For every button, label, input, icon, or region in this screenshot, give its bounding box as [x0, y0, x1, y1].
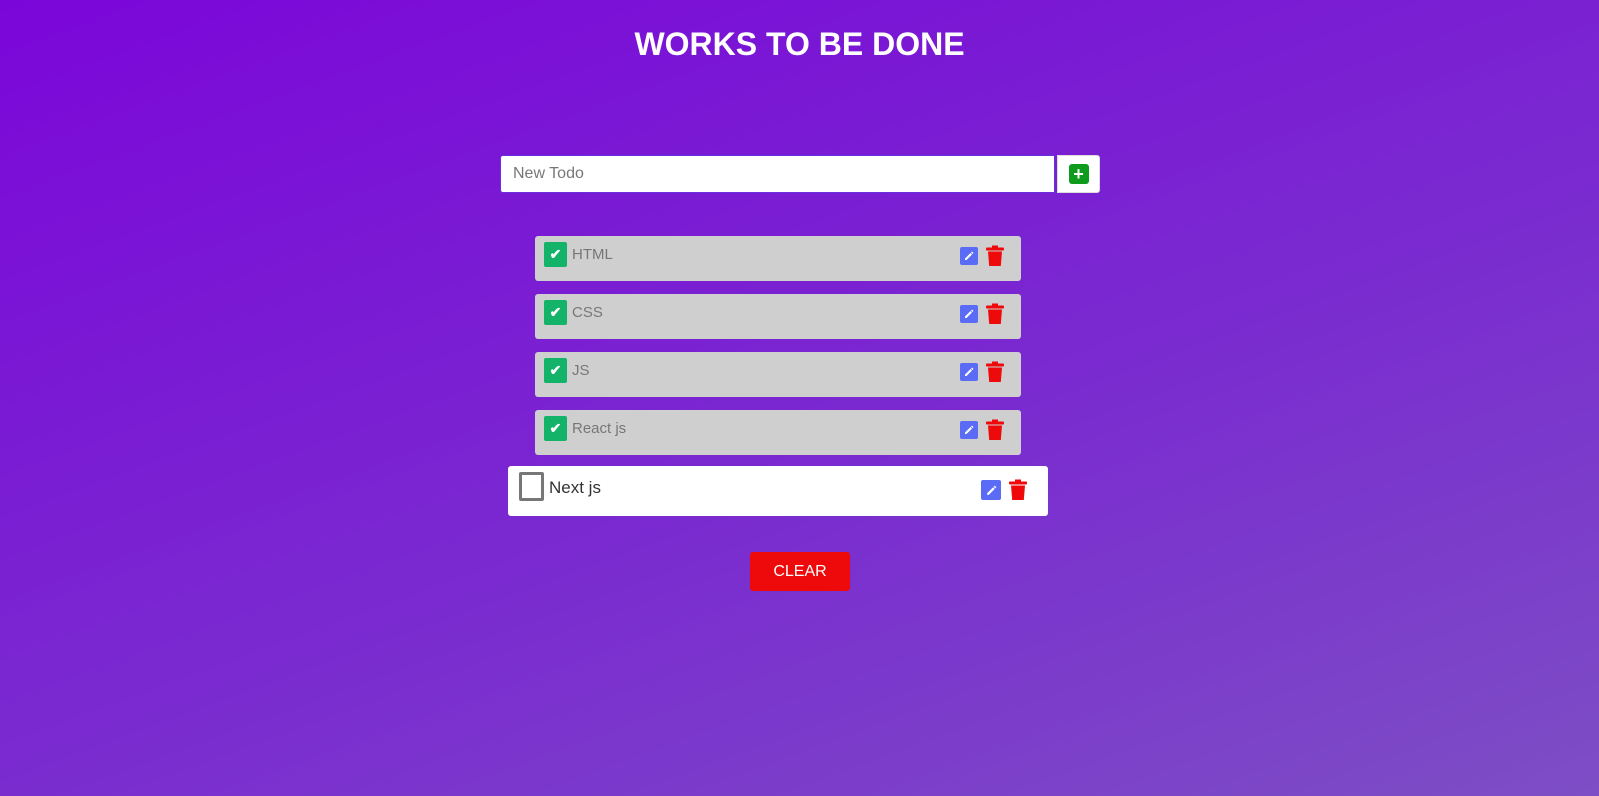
- trash-icon[interactable]: [1008, 478, 1028, 500]
- checkbox-checked-icon[interactable]: ✔: [544, 300, 567, 325]
- trash-icon[interactable]: [985, 245, 1005, 267]
- new-todo-input[interactable]: [500, 155, 1055, 193]
- edit-icon[interactable]: [960, 305, 978, 323]
- new-todo-form: +: [500, 155, 1100, 193]
- todo-item: ✔ JS: [535, 352, 1021, 397]
- edit-icon[interactable]: [981, 480, 1001, 500]
- todo-item: ✔ HTML: [535, 236, 1021, 281]
- trash-icon[interactable]: [985, 361, 1005, 383]
- todo-item: ✔ React js: [535, 410, 1021, 455]
- todo-label: HTML: [572, 246, 613, 263]
- trash-icon[interactable]: [985, 303, 1005, 325]
- trash-icon[interactable]: [985, 419, 1005, 441]
- add-todo-button[interactable]: +: [1057, 155, 1100, 193]
- edit-icon[interactable]: [960, 363, 978, 381]
- todo-label: Next js: [549, 478, 601, 497]
- todo-label: CSS: [572, 304, 603, 321]
- plus-square-icon: +: [1068, 164, 1089, 184]
- todo-label: React js: [572, 420, 627, 437]
- todo-item: Next js: [508, 466, 1048, 516]
- todo-label: JS: [572, 362, 590, 379]
- checkbox-checked-icon[interactable]: ✔: [544, 358, 567, 383]
- edit-icon[interactable]: [960, 421, 978, 439]
- edit-icon[interactable]: [960, 247, 978, 265]
- checkbox-checked-icon[interactable]: ✔: [544, 416, 567, 441]
- todo-item: ✔ CSS: [535, 294, 1021, 339]
- clear-button[interactable]: CLEAR: [750, 552, 850, 591]
- checkbox-unchecked[interactable]: [519, 472, 544, 501]
- page-title: WORKS TO BE DONE: [634, 26, 965, 62]
- checkbox-checked-icon[interactable]: ✔: [544, 242, 567, 267]
